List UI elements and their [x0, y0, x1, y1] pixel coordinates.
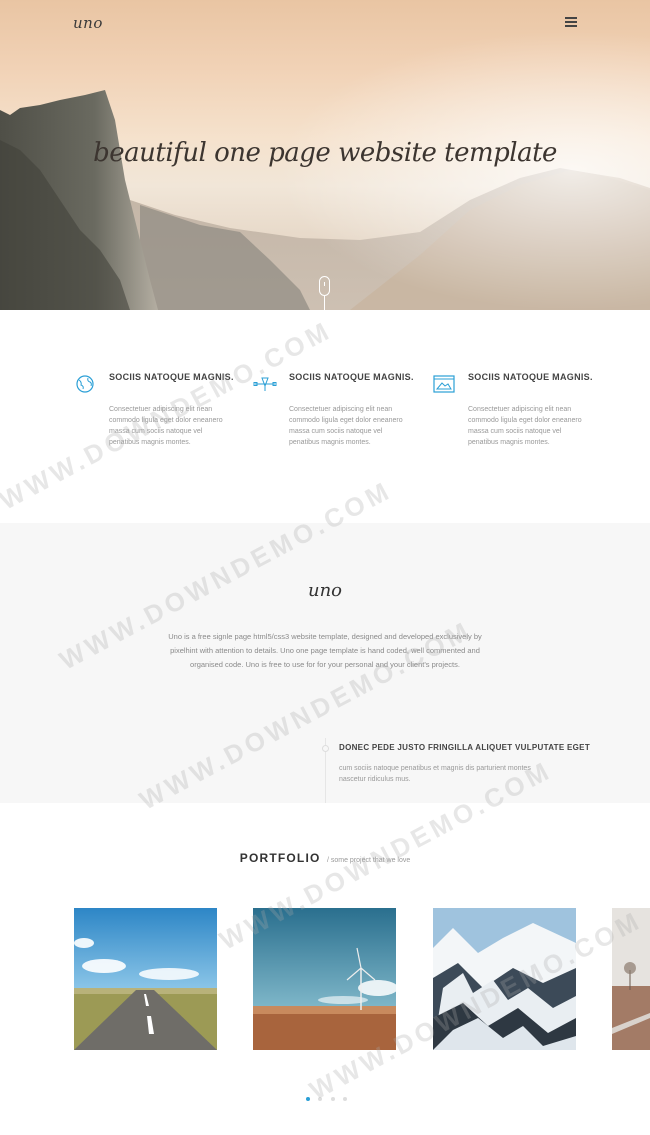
feature-text: Consectetuer adipiscing elit nean commod…	[289, 406, 403, 446]
carousel-dot-4[interactable]	[343, 1097, 348, 1101]
portfolio-item-windmill[interactable]	[253, 908, 396, 1050]
carousel-pagination	[306, 1088, 351, 1101]
hero-section: uno beautiful one page website template	[0, 0, 650, 310]
portfolio-item-road[interactable]	[74, 908, 217, 1050]
portfolio-item-field[interactable]	[612, 908, 650, 1050]
globe-icon	[76, 375, 94, 393]
mouse-scroll-icon[interactable]	[319, 276, 330, 296]
road-image	[74, 908, 217, 1050]
feature-title: SOCIIS NATOQUE MAGNIS.	[109, 372, 234, 382]
hero-title: beautiful one page website template	[93, 138, 557, 168]
feature-text: Consectetuer adipiscing elit nean commod…	[468, 406, 582, 446]
timeline-title: DONEC PEDE JUSTO FRINGILLA ALIQUET VULPU…	[339, 743, 591, 752]
scroll-line	[324, 296, 325, 310]
hamburger-menu-icon[interactable]	[565, 17, 577, 27]
timeline-dot	[322, 745, 329, 752]
portfolio-item-snowy-mountains[interactable]	[433, 908, 576, 1050]
browser-image-icon	[433, 375, 455, 393]
snowy-mountains-image	[433, 908, 576, 1050]
windmill-image	[253, 908, 396, 1050]
carousel-dot-1[interactable]	[306, 1097, 310, 1101]
portfolio-heading: PORTFOLIO / some project that we love	[0, 849, 650, 867]
carousel-dot-2[interactable]	[318, 1097, 323, 1101]
site-logo[interactable]: uno	[73, 14, 103, 32]
field-image	[612, 908, 650, 1050]
portfolio-subtitle: / some project that we love	[326, 857, 411, 864]
features-section: SOCIIS NATOQUE MAGNIS. Consectetuer adip…	[0, 310, 650, 523]
timeline-text: cum sociis natoque penatibus et magnis d…	[339, 765, 531, 783]
portfolio-title: PORTFOLIO	[239, 851, 321, 865]
feature-title: SOCIIS NATOQUE MAGNIS.	[289, 372, 414, 382]
about-text: Uno is a free signle page html5/css3 web…	[168, 632, 482, 669]
carousel-dot-3[interactable]	[330, 1097, 335, 1101]
about-logo: uno	[307, 580, 343, 601]
portfolio-section: PORTFOLIO / some project that we love	[0, 803, 650, 1135]
feature-title: SOCIIS NATOQUE MAGNIS.	[468, 372, 593, 382]
about-section: uno Uno is a free signle page html5/css3…	[0, 523, 650, 803]
vector-pen-icon	[253, 377, 277, 391]
feature-text: Consectetuer adipiscing elit nean commod…	[109, 406, 223, 446]
